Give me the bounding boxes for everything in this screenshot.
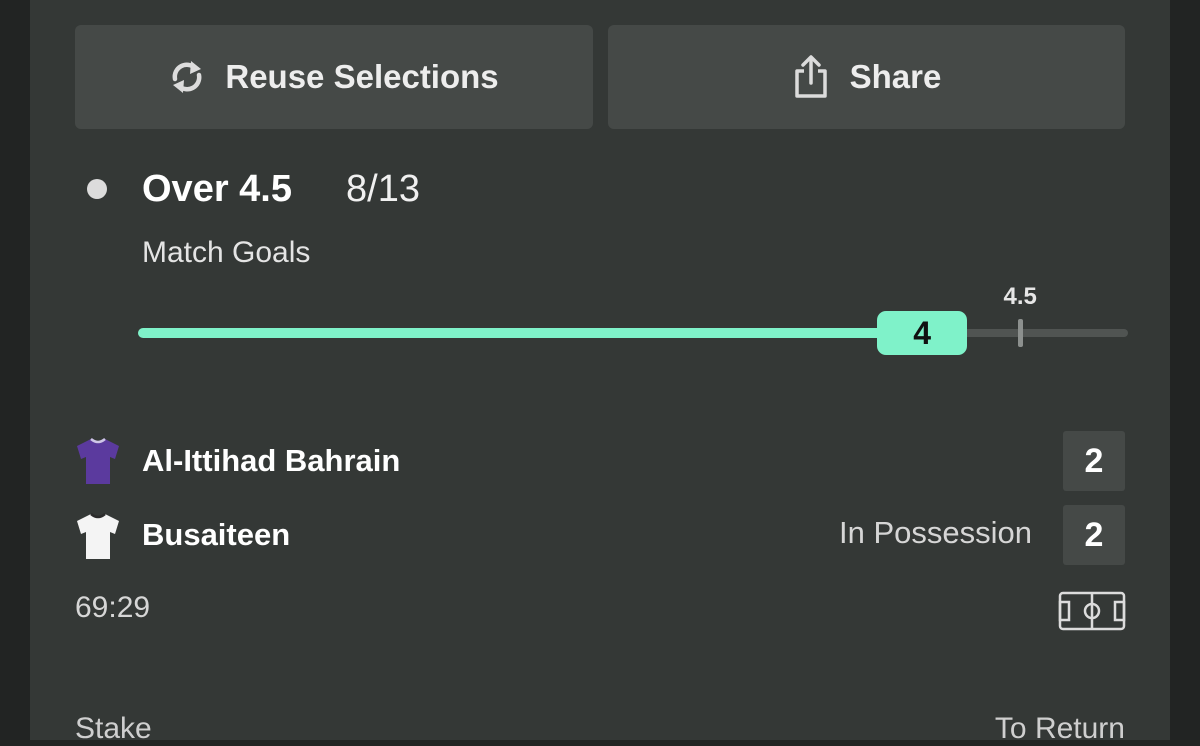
pitch-icon[interactable] bbox=[1058, 591, 1126, 636]
bet-card: Reuse Selections Share Over 4.5 8/13 Mat… bbox=[30, 0, 1170, 745]
match-clock: 69:29 bbox=[75, 591, 151, 624]
stake-label: Stake bbox=[75, 712, 152, 745]
away-team-score: 2 bbox=[1063, 505, 1125, 565]
purple-shirt-icon bbox=[75, 436, 121, 491]
selection-status-dot bbox=[87, 179, 107, 199]
current-goals-badge[interactable]: 4 bbox=[877, 311, 968, 355]
refresh-icon bbox=[169, 57, 205, 97]
possession-indicator: In Possession bbox=[839, 515, 1032, 550]
reuse-selections-label: Reuse Selections bbox=[225, 58, 499, 95]
share-icon bbox=[792, 54, 830, 100]
goal-line-marker bbox=[1018, 319, 1024, 347]
home-team-name: Al-Ittihad Bahrain bbox=[142, 443, 401, 478]
selection-name: Over 4.5 bbox=[142, 168, 292, 210]
selection-odds: 8/13 bbox=[346, 168, 420, 210]
to-return-label: To Return bbox=[994, 712, 1125, 745]
white-shirt-icon bbox=[75, 511, 121, 566]
share-label: Share bbox=[849, 58, 942, 95]
goal-line-label: 4.5 bbox=[1003, 283, 1037, 310]
market-name: Match Goals bbox=[142, 236, 311, 269]
goals-progress-fill bbox=[138, 328, 923, 338]
share-button[interactable]: Share bbox=[608, 25, 1125, 129]
away-team-name: Busaiteen bbox=[142, 517, 291, 552]
reuse-selections-button[interactable]: Reuse Selections bbox=[75, 25, 593, 129]
home-team-score: 2 bbox=[1063, 431, 1125, 491]
